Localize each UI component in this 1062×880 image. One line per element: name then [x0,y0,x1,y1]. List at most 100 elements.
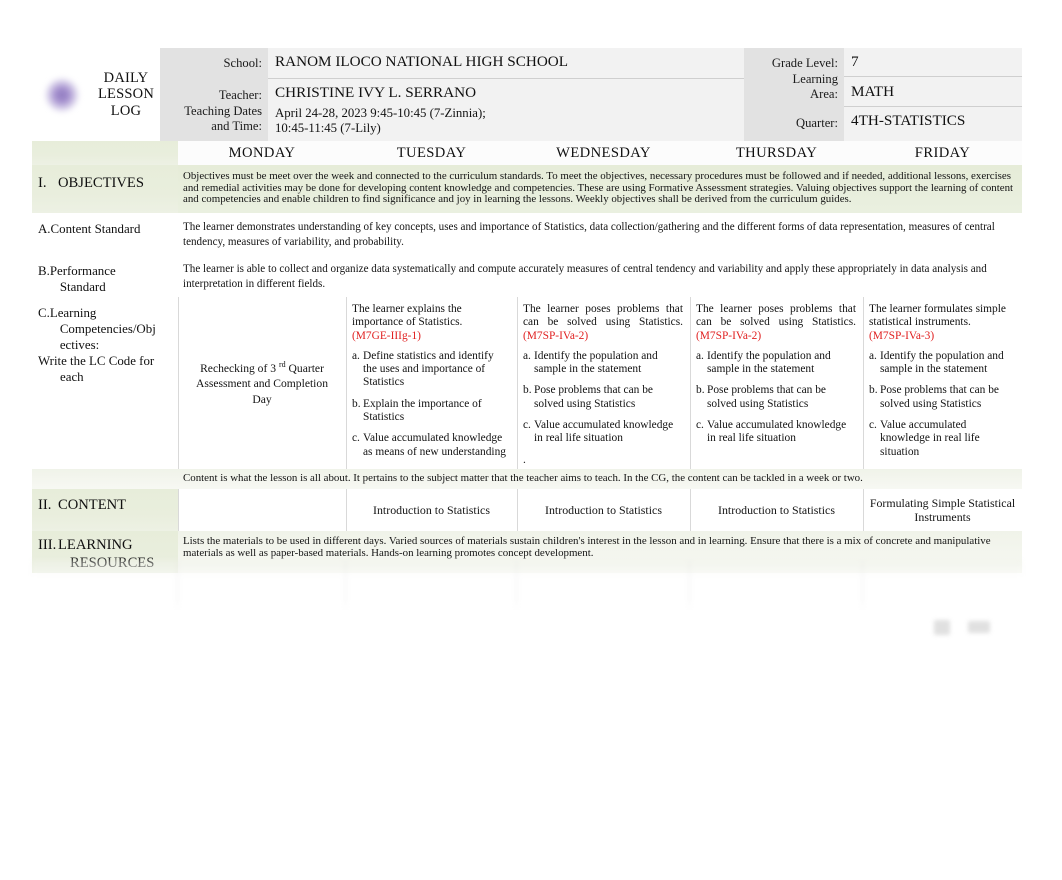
row-learning-competencies: C. Learning Competencies/Obj ectives: Wr… [32,297,1022,469]
area-label: Area: [810,87,838,101]
header-divider-2 [844,76,1022,77]
teaching-dates-label: Teaching Dates [184,104,262,118]
lc-thursday-bullet-a: a. [696,349,704,362]
faded-cell-wednesday [517,560,690,606]
list-item: b. Explain the importance of Statistics [352,398,510,425]
header-middle-labels: School: Teacher: Teaching Dates and Time… [160,48,268,141]
lc-wednesday-text-b: Pose problems that can be solved using S… [534,384,653,410]
faded-mark-2 [968,621,990,633]
lc-tuesday-text-a: Define statistics and identify the uses … [363,349,494,389]
lc-wednesday-lead: The learner poses problems that can be s… [523,303,683,329]
row-performance-standard: B. Performance Standard The learner is a… [32,255,1022,297]
quarter-value[interactable]: 4TH-STATISTICS [851,113,965,129]
lc-tuesday-bullet-c: c. [352,432,360,445]
grid-line [690,297,691,469]
content-standard-label: Content Standard [50,222,141,236]
header-divider-3 [844,106,1022,107]
grid-line [517,297,518,469]
lc-thursday-bullet-c: c. [696,419,704,432]
objectives-note-cell: Objectives must be meet over the week an… [178,165,1022,213]
learning-area-value[interactable]: MATH [851,84,894,100]
lc-tuesday-bullet-b: b. [352,397,361,410]
lc-thursday-cell: The learner poses problems that can be s… [690,297,863,469]
teaching-dates-value[interactable]: April 24-28, 2023 9:45-10:45 (7-Zinnia);… [275,106,487,136]
lc-tuesday-code: (M7GE-IIIg-1) [352,329,421,342]
day-header-row: MONDAY TUESDAY WEDNESDAY THURSDAY FRIDAY [32,141,1022,165]
faded-cell-tuesday [346,560,517,606]
list-item: c. Value accumulated knowledge in real l… [523,419,683,446]
lc-monday-cell: Rechecking of 3 rd Quarter Assessment an… [178,297,346,469]
lc-label-line5: each [60,370,84,384]
teacher-label: Teacher: [218,88,262,102]
grid-line [863,297,864,469]
lc-friday-text-a: Identify the population and sample in th… [880,349,1004,376]
content-standard-text: The learner demonstrates understanding o… [183,221,995,248]
day-header-thursday: THURSDAY [690,141,863,165]
list-item: b. Pose problems that can be solved usin… [696,384,856,411]
content-monday-cell [178,489,346,531]
lesson-log-page: DAILY LESSON LOG School: Teacher: Teachi… [0,0,1062,880]
content-numeral: II. [38,497,52,513]
lc-friday-bullet-a: a. [869,349,877,362]
faded-bottom-row [32,560,1022,610]
lc-thursday-lead: The learner poses problems that can be s… [696,303,856,329]
lc-thursday-text-a: Identify the population and sample in th… [707,349,831,376]
lc-friday-bullet-c: c. [869,419,877,432]
performance-standard-label-line1: Performance [49,264,116,278]
row-content-note: Content is what the lesson is all about.… [32,469,1022,489]
lc-tuesday-text-c: Value accumulated knowledge as means of … [363,432,506,458]
lc-label-line2: Competencies/Obj [59,322,156,336]
learning-competencies-label-cell: C. Learning Competencies/Obj ectives: Wr… [32,297,178,469]
school-logo-icon [45,77,79,112]
row-objectives: I. OBJECTIVES Objectives must be meet ov… [32,165,1022,213]
grid-line [690,489,691,531]
row-content: II. CONTENT Introduction to Statistics I… [32,489,1022,531]
header-right-group: Grade Level: Learning Area: Quarter: 7 M… [744,48,1022,141]
content-note-cell: Content is what the lesson is all about.… [178,469,1022,489]
lc-wednesday-trailing: . [523,453,526,466]
lc-thursday-text-c: Value accumulated knowledge in real life… [707,419,847,445]
lc-tuesday-text-b: Explain the importance of Statistics [363,397,482,424]
row-content-standard: A. Content Standard The learner demonstr… [32,213,1022,255]
content-thursday: Introduction to Statistics [718,502,835,517]
lc-wednesday-bullet-a: a. [523,349,531,362]
title-line-2: LESSON [98,86,154,103]
grade-level-label: Grade Level: [771,56,838,70]
content-standard-value-cell: The learner demonstrates understanding o… [178,213,1022,255]
teacher-value[interactable]: CHRISTINE IVY L. SERRANO [275,85,476,101]
and-time-label: and Time: [211,119,262,133]
document-title: DAILY LESSON LOG [92,48,160,141]
lc-monday-note-pre: Rechecking of 3 [200,361,277,375]
day-header-friday: FRIDAY [863,141,1022,165]
document-header: DAILY LESSON LOG School: Teacher: Teachi… [32,48,1022,141]
day-header-tuesday: TUESDAY [346,141,517,165]
list-item: a. Identify the population and sample in… [523,350,683,377]
logo-cell [32,48,92,141]
header-middle-group: School: Teacher: Teaching Dates and Time… [160,48,744,141]
faded-ghost-text [38,568,158,583]
title-line-3: LOG [110,102,142,119]
faded-label-cell [32,560,178,606]
day-header-monday: MONDAY [178,141,346,165]
grid-line [346,297,347,469]
grade-level-value[interactable]: 7 [851,54,859,70]
objectives-note: Objectives must be meet over the week an… [183,170,1014,206]
school-value[interactable]: RANOM ILOCO NATIONAL HIGH SCHOOL [275,54,568,70]
performance-standard-label-line2: Standard [59,280,106,294]
objectives-numeral: I. [38,175,47,191]
lc-tuesday-bullet-a: a. [352,349,360,362]
list-item: a. Define statistics and identify the us… [352,350,510,390]
content-wednesday-cell: Introduction to Statistics [517,489,690,531]
header-divider-1 [268,78,744,79]
lc-wednesday-bullet-b: b. [523,384,532,397]
lc-friday-lead: The learner formulates simple statistica… [869,303,1006,329]
faded-page-marks [930,616,1010,640]
title-line-1: DAILY [103,69,149,86]
lc-friday-cell: The learner formulates simple statistica… [863,297,1022,469]
content-note-label-cell [32,469,178,489]
content-monday [178,489,346,531]
content-note: Content is what the lesson is all about.… [183,472,863,484]
list-item: a. Identify the population and sample in… [869,350,1015,377]
performance-standard-text: The learner is able to collect and organ… [183,263,987,290]
performance-standard-value-cell: The learner is able to collect and organ… [178,255,1022,297]
